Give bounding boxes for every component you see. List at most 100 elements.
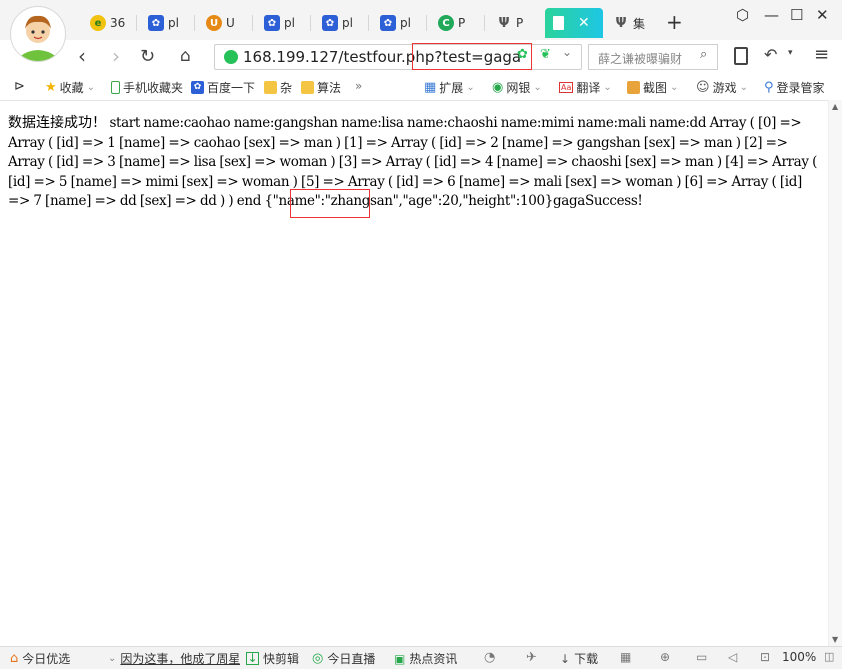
tab-uc[interactable]: U U: [198, 8, 253, 38]
back-button[interactable]: ‹: [78, 44, 86, 68]
tool-screenshot[interactable]: 截图 ⌄: [627, 79, 678, 96]
search-icon[interactable]: ⌕: [700, 47, 707, 62]
zoom-icon[interactable]: ⊡: [760, 650, 770, 664]
zoom-level[interactable]: 100%: [782, 650, 816, 664]
today-pick[interactable]: ⌂ 今日优选: [10, 650, 70, 667]
scroll-down-arrow-icon[interactable]: ▼: [832, 635, 838, 644]
tab-separator: [310, 15, 311, 31]
news-headline[interactable]: 因为这事，他成了周星: [120, 650, 240, 667]
bookmark-folder-misc[interactable]: 杂: [264, 79, 292, 96]
phone-icon: [111, 81, 120, 94]
bookmark-baidu[interactable]: ✿ 百度一下: [191, 79, 255, 96]
browser-360-icon: e: [90, 15, 106, 31]
download-button[interactable]: ↓ 下载: [560, 650, 598, 667]
bookmark-label: 手机收藏夹: [123, 81, 184, 95]
close-tab-icon[interactable]: ✕: [578, 15, 590, 31]
folder-icon: [264, 81, 277, 94]
tab-php-psi[interactable]: Ψ P: [488, 8, 543, 38]
home-button[interactable]: ⌂: [180, 46, 191, 66]
tab-separator: [252, 15, 253, 31]
tool-label: 登录管家: [776, 81, 825, 95]
tool-label: 网银: [506, 81, 531, 95]
extension-icon: ▦: [424, 80, 437, 95]
tab-360[interactable]: e 36: [82, 8, 137, 38]
news-ticker[interactable]: ⌄ 因为这事，他成了周星: [108, 650, 240, 667]
status-bar: ⌂ 今日优选 ⌄ 因为这事，他成了周星 ↓ 快剪辑 ◎ 今日直播 ▣ 热点资讯 …: [0, 646, 842, 669]
uc-icon: U: [206, 15, 222, 31]
minimize-button[interactable]: —: [764, 6, 779, 24]
mobile-icon[interactable]: [734, 47, 748, 65]
tab-label: P: [516, 16, 524, 30]
url-query-highlight: [412, 43, 532, 70]
undo-icon[interactable]: ↶: [764, 45, 777, 64]
translate-icon: Aa: [559, 82, 574, 93]
web-icon[interactable]: ⊕: [660, 650, 670, 664]
bookmark-mobile[interactable]: 手机收藏夹: [111, 79, 183, 96]
sidebar-toggle-icon[interactable]: ⊳: [14, 79, 25, 94]
hot-news[interactable]: ▣ 热点资讯: [394, 650, 457, 667]
tab-label: 集: [633, 16, 646, 31]
tool-games[interactable]: ☺ 游戏 ⌄: [696, 79, 748, 96]
tool-label: 游戏: [712, 81, 737, 95]
tab-php-c[interactable]: C P: [430, 8, 485, 38]
user-avatar[interactable]: [10, 6, 66, 62]
search-input[interactable]: 薛之谦被曝骗财: [588, 44, 718, 70]
tab-separator: [426, 15, 427, 31]
bookmark-label: 收藏: [59, 81, 84, 95]
chevron-down-icon: ⌄: [86, 82, 96, 93]
leaf-icon[interactable]: ❦: [540, 47, 551, 62]
tab-label: pl: [400, 16, 411, 30]
tab-label: P: [458, 16, 466, 30]
maximize-button[interactable]: ☐: [790, 6, 803, 24]
screen-icon[interactable]: ▭: [696, 650, 707, 664]
psi-icon: Ψ: [498, 15, 510, 31]
tab-php-1[interactable]: ✿ pl: [140, 8, 195, 38]
tab-php-3[interactable]: ✿ pl: [314, 8, 369, 38]
close-window-button[interactable]: ✕: [816, 6, 829, 24]
download-label: 下载: [574, 652, 599, 666]
vertical-scrollbar[interactable]: ▲ ▼: [828, 100, 842, 646]
tab-ji[interactable]: Ψ 集: [605, 8, 660, 38]
edit-icon: ↓: [246, 651, 259, 665]
success-highlight: [290, 189, 370, 218]
skin-icon[interactable]: ⬡: [736, 6, 749, 24]
tool-ebank[interactable]: ◉ 网银 ⌄: [492, 79, 542, 96]
paw-icon: ✿: [322, 15, 338, 31]
tab-label: U: [226, 16, 235, 30]
tool-translate[interactable]: Aa 翻译 ⌄: [559, 79, 612, 96]
chevron-down-icon[interactable]: ⌄: [562, 45, 572, 59]
tool-login-manager[interactable]: ⚲ 登录管家: [764, 79, 825, 96]
c-logo-icon: C: [438, 15, 454, 31]
new-tab-button[interactable]: +: [666, 10, 683, 34]
paw-icon: ✿: [191, 81, 204, 94]
today-live[interactable]: ◎ 今日直播: [312, 650, 375, 667]
tool-label: 翻译: [576, 81, 601, 95]
bank-icon: ◉: [492, 80, 504, 95]
speed-icon[interactable]: ◔: [484, 650, 495, 665]
gift-icon: ⌂: [10, 651, 19, 666]
forward-button[interactable]: ›: [112, 44, 120, 68]
tab-php-2[interactable]: ✿ pl: [256, 8, 311, 38]
expand-icon[interactable]: ◫: [824, 650, 834, 663]
scroll-up-arrow-icon[interactable]: ▲: [832, 102, 838, 111]
menu-icon[interactable]: ≡: [814, 44, 829, 65]
tab-active-testfour[interactable]: ✕: [545, 8, 603, 38]
refresh-button[interactable]: ↻: [140, 46, 155, 67]
tab-php-4[interactable]: ✿ pl: [372, 8, 427, 38]
grid-icon[interactable]: ▦: [620, 650, 631, 664]
chevron-down-icon[interactable]: ▾: [788, 48, 793, 58]
bookmark-label: 杂: [280, 81, 293, 95]
tab-bar: e 36 ✿ pl U U ✿ pl ✿ pl ✿ pl C P Ψ P ✕ Ψ…: [0, 0, 842, 62]
bookmark-folder-algorithm[interactable]: 算法: [301, 79, 341, 96]
quick-cut[interactable]: ↓ 快剪辑: [246, 650, 299, 667]
bookmark-favorites[interactable]: ★ 收藏 ⌄: [45, 79, 95, 96]
bookmarks-more-button[interactable]: »: [355, 79, 362, 93]
download-icon: ↓: [560, 651, 571, 666]
today-pick-label: 今日优选: [22, 652, 71, 666]
game-icon: ☺: [696, 80, 710, 95]
tool-extensions[interactable]: ▦ 扩展 ⌄: [424, 79, 475, 96]
volume-icon[interactable]: ◁: [728, 650, 737, 664]
page-content: 数据连接成功！ start name:caohao name:gangshan …: [8, 114, 820, 212]
tools-icon[interactable]: ✈: [526, 650, 537, 665]
bookmark-label: 百度一下: [207, 81, 256, 95]
